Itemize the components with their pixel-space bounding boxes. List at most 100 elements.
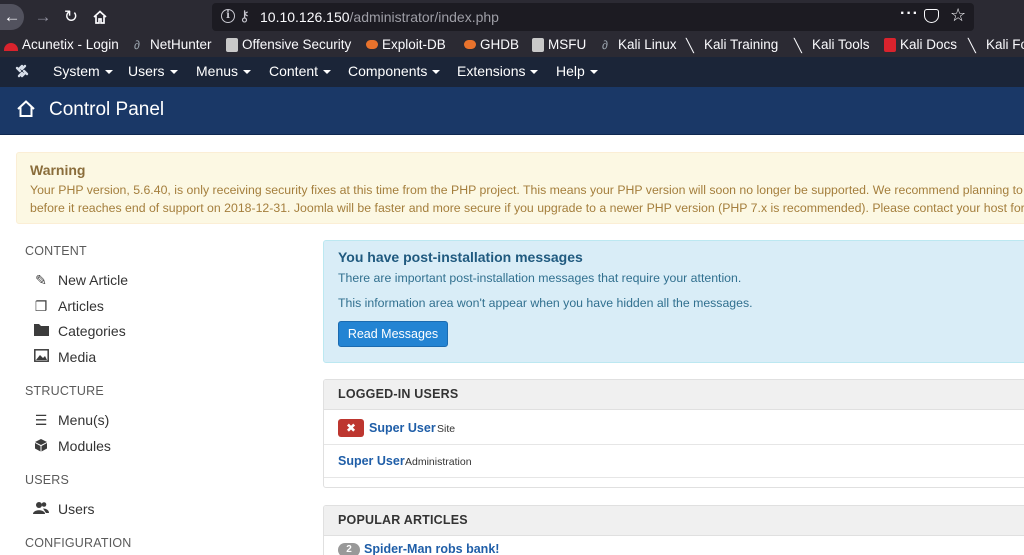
msfu-icon — [532, 37, 544, 52]
list-icon: ☰ — [34, 412, 48, 428]
caret-down-icon — [243, 70, 252, 75]
caret-down-icon — [323, 70, 332, 75]
bookmark-kali-forums[interactable]: ╲ Kali Fo — [968, 37, 1024, 53]
sidebar-item-label: Media — [58, 349, 97, 365]
module-header: LOGGED-IN USERS — [324, 380, 1024, 410]
joomla-logo-icon[interactable] — [14, 63, 30, 79]
alert-title: You have post-installation messages — [338, 249, 583, 265]
bookmark-exploitdb[interactable]: Exploit-DB — [366, 37, 446, 52]
user-context: Site — [437, 423, 456, 435]
hits-badge: 2 — [338, 543, 360, 555]
bookmarks-bar: Acunetix - Login ∂ NetHunter Offensive Se… — [0, 34, 1024, 57]
list-item: 2 Spider-Man robs bank! — [324, 539, 1024, 555]
caret-down-icon — [589, 70, 598, 75]
sidebar-item-label: Menu(s) — [58, 412, 110, 428]
alert-text: This information area won't appear when … — [338, 296, 753, 310]
bookmark-label: Kali Training — [704, 37, 779, 52]
key-icon[interactable]: ⚷ — [239, 7, 250, 25]
bookmark-label: MSFU — [548, 37, 587, 52]
copy-icon: ❐ — [34, 298, 48, 314]
home-icon[interactable] — [87, 4, 113, 30]
caret-down-icon — [104, 70, 113, 75]
article-link[interactable]: Spider-Man robs bank! — [364, 542, 499, 555]
bookmark-acunetix[interactable]: Acunetix - Login — [4, 37, 119, 52]
menu-components[interactable]: Components — [348, 63, 441, 79]
menu-content[interactable]: Content — [269, 63, 332, 79]
pencil-icon: ✎ — [35, 272, 47, 288]
admin-menu-bar: System Users Menus Content Components Ex… — [0, 57, 1024, 87]
bookmark-ghdb[interactable]: GHDB — [464, 37, 519, 52]
user-link[interactable]: Super User — [338, 454, 405, 468]
reload-icon[interactable]: ↻ — [58, 4, 84, 30]
info-icon[interactable]: i — [221, 9, 235, 23]
sidebar-heading-content: CONTENT — [25, 244, 87, 258]
url-host: 10.10.126.150 — [260, 9, 350, 25]
menu-menus[interactable]: Menus — [196, 63, 252, 79]
exploitdb-icon — [366, 40, 378, 49]
warning-text: before it reaches end of support on 2018… — [30, 201, 1024, 215]
browser-toolbar: ← → ↻ i ⚷ 10.10.126.150/administrator/in… — [0, 0, 1024, 34]
sidebar-item-users[interactable]: Users — [33, 501, 95, 517]
bookmark-kali-linux[interactable]: ∂ Kali Linux — [602, 37, 677, 52]
post-installation-alert: You have post-installation messages Ther… — [323, 240, 1024, 363]
sidebar-heading-structure: STRUCTURE — [25, 384, 104, 398]
menu-system[interactable]: System — [53, 63, 113, 79]
back-icon[interactable]: ← — [0, 4, 24, 30]
menu-label: Help — [556, 63, 585, 79]
offsec-icon — [226, 37, 238, 52]
table-row: ✖ Super User Site — [324, 413, 1024, 445]
menu-help[interactable]: Help — [556, 63, 598, 79]
php-version-warning: Warning Your PHP version, 5.6.40, is onl… — [16, 152, 1024, 224]
menu-extensions[interactable]: Extensions — [457, 63, 539, 79]
bookmark-label: NetHunter — [150, 37, 212, 52]
logged-in-users-module: LOGGED-IN USERS ✖ Super User Site Super … — [323, 379, 1024, 488]
kali-docs-icon — [884, 37, 896, 52]
sidebar-item-categories[interactable]: Categories — [33, 323, 126, 339]
module-header: POPULAR ARTICLES — [324, 506, 1024, 536]
table-row: Super User Administration — [324, 446, 1024, 478]
sidebar-item-modules[interactable]: Modules — [33, 438, 111, 454]
page-actions-icon[interactable]: ··· — [900, 5, 919, 23]
sidebar-item-menus[interactable]: ☰ Menu(s) — [33, 412, 110, 428]
sidebar-item-media[interactable]: Media — [33, 349, 96, 365]
folder-icon — [33, 323, 49, 339]
kali-icon: ╲ — [686, 37, 694, 53]
bookmark-kali-tools[interactable]: ╲ Kali Tools — [794, 37, 870, 53]
bookmark-label: Offensive Security — [242, 37, 352, 52]
user-link[interactable]: Super User — [369, 421, 436, 435]
read-messages-button[interactable]: Read Messages — [338, 321, 448, 347]
sidebar-item-label: Modules — [58, 438, 111, 454]
logout-user-button[interactable]: ✖ — [338, 419, 364, 437]
caret-down-icon — [432, 70, 441, 75]
caret-down-icon — [530, 70, 539, 75]
bookmark-offsec[interactable]: Offensive Security — [226, 37, 351, 52]
address-bar[interactable]: i ⚷ 10.10.126.150/administrator/index.ph… — [212, 3, 974, 31]
users-icon — [33, 501, 49, 517]
module-title: POPULAR ARTICLES — [338, 513, 468, 527]
menu-users[interactable]: Users — [128, 63, 178, 79]
sidebar-item-new-article[interactable]: ✎ New Article — [33, 272, 128, 288]
bookmark-label: Kali Docs — [900, 37, 958, 52]
sidebar-item-articles[interactable]: ❐ Articles — [33, 298, 104, 314]
url-path: /administrator/index.php — [349, 9, 499, 25]
url-text[interactable]: 10.10.126.150/administrator/index.php — [260, 9, 499, 25]
menu-label: Components — [348, 63, 428, 79]
bookmark-kali-training[interactable]: ╲ Kali Training — [686, 37, 779, 53]
bookmark-star-icon[interactable]: ☆ — [950, 5, 966, 26]
forward-icon[interactable]: → — [30, 4, 56, 30]
bookmark-kali-docs[interactable]: Kali Docs — [884, 37, 957, 52]
page-title: Control Panel — [49, 99, 165, 120]
bookmark-label: Exploit-DB — [382, 37, 446, 52]
bookmark-msfu[interactable]: MSFU — [532, 37, 586, 52]
ghdb-icon — [464, 40, 476, 49]
popular-articles-module: POPULAR ARTICLES 2 Spider-Man robs bank! — [323, 505, 1024, 555]
home-icon — [16, 99, 36, 124]
nethunter-icon: ∂ — [134, 37, 140, 52]
sidebar-item-label: Categories — [58, 323, 126, 339]
module-title: LOGGED-IN USERS — [338, 387, 459, 401]
bookmark-nethunter[interactable]: ∂ NetHunter — [134, 37, 212, 52]
alert-text: There are important post-installation me… — [338, 271, 742, 285]
acunetix-icon — [4, 42, 18, 51]
pocket-icon[interactable] — [924, 9, 939, 23]
image-icon — [33, 349, 49, 365]
